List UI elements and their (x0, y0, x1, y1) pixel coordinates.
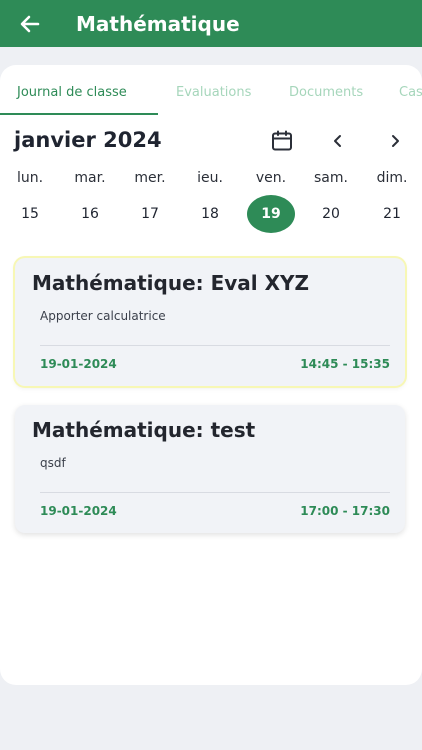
chevron-right-icon (392, 135, 399, 147)
day-name: dim. (376, 170, 408, 186)
content-sheet: Journal de classe Evaluations Documents … (0, 65, 422, 685)
tab-bar: Journal de classe Evaluations Documents … (0, 65, 422, 117)
day-item[interactable]: sam. 20 (301, 170, 361, 233)
lesson-card[interactable]: Mathématique: Eval XYZ Apporter calculat… (15, 258, 405, 386)
next-week-button[interactable] (385, 131, 405, 151)
day-item[interactable]: lun. 15 (0, 170, 60, 233)
tab-documents[interactable]: Documents (289, 85, 363, 100)
day-item[interactable]: ieu. 18 (180, 170, 240, 233)
tab-cas[interactable]: Cas (399, 85, 422, 100)
lesson-time: 14:45 - 15:35 (300, 357, 390, 371)
lesson-time: 17:00 - 17:30 (300, 504, 390, 518)
card-divider (40, 345, 390, 346)
week-day-strip: lun. 15 mar. 16 mer. 17 ieu. 18 ven. 19 … (0, 170, 422, 233)
day-number: 16 (81, 206, 99, 222)
page-title: Mathématique (76, 11, 240, 36)
day-name: mer. (134, 170, 166, 186)
lesson-title: Mathématique: test (32, 418, 256, 442)
chevron-left-icon (334, 135, 341, 147)
day-name: ven. (255, 170, 287, 186)
back-button[interactable] (0, 0, 60, 47)
day-item[interactable]: mar. 16 (60, 170, 120, 233)
card-divider (40, 492, 390, 493)
day-item-selected[interactable]: ven. 19 (241, 170, 301, 233)
calendar-icon[interactable] (270, 129, 294, 153)
day-name: sam. (314, 170, 348, 186)
day-name: lun. (16, 170, 44, 186)
day-number-selected: 19 (247, 195, 295, 233)
lesson-description: Apporter calculatrice (40, 309, 166, 323)
lesson-date: 19-01-2024 (40, 357, 117, 371)
day-name: mar. (74, 170, 106, 186)
arrow-left-icon (20, 15, 40, 32)
app-bar: Mathématique (0, 0, 422, 47)
tab-journal-de-classe[interactable]: Journal de classe (17, 85, 127, 100)
lesson-description: qsdf (40, 456, 66, 470)
lesson-title: Mathématique: Eval XYZ (32, 271, 310, 295)
day-number: 15 (21, 206, 39, 222)
lesson-card[interactable]: Mathématique: test qsdf 19-01-2024 17:00… (15, 405, 405, 533)
active-tab-indicator (0, 113, 158, 115)
day-number: 20 (322, 206, 340, 222)
lesson-date: 19-01-2024 (40, 504, 117, 518)
previous-week-button[interactable] (328, 131, 348, 151)
day-number: 21 (383, 206, 401, 222)
day-number: 18 (201, 206, 219, 222)
day-item[interactable]: mer. 17 (120, 170, 180, 233)
tab-evaluations[interactable]: Evaluations (176, 85, 251, 100)
day-number: 17 (141, 206, 159, 222)
day-name: ieu. (197, 170, 223, 186)
month-label: janvier 2024 (14, 128, 162, 152)
day-item[interactable]: dim. 21 (362, 170, 422, 233)
